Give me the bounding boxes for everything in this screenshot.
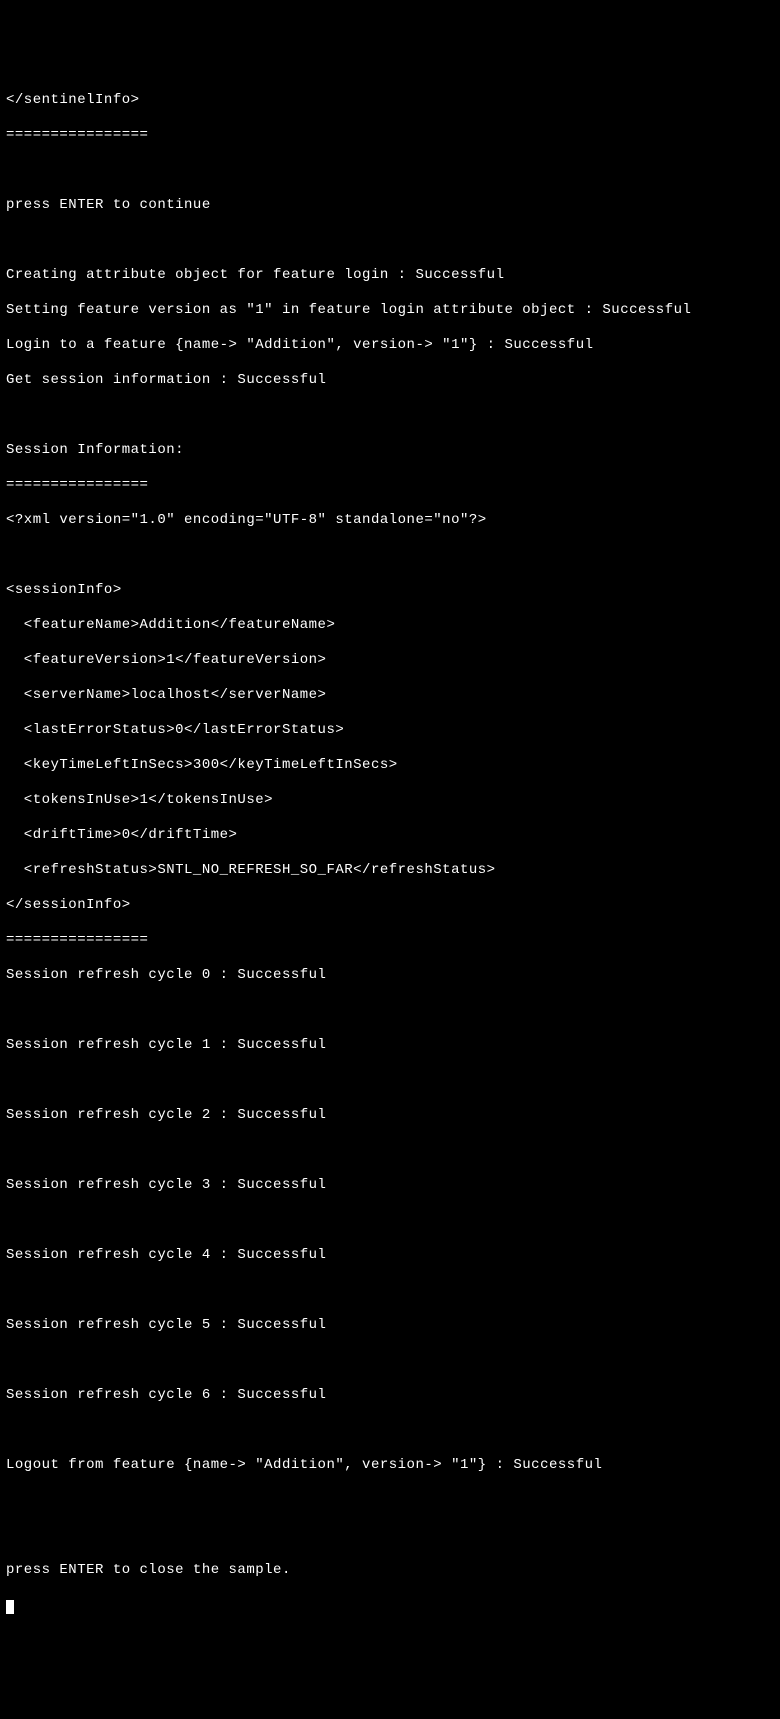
terminal-line: [6, 1212, 774, 1230]
terminal-line: ================: [6, 932, 774, 950]
terminal-line: Creating attribute object for feature lo…: [6, 267, 774, 285]
terminal-line: Session refresh cycle 4 : Successful: [6, 1247, 774, 1265]
terminal-line: Session refresh cycle 2 : Successful: [6, 1107, 774, 1125]
terminal-line: <refreshStatus>SNTL_NO_REFRESH_SO_FAR</r…: [6, 862, 774, 880]
terminal-line: Session refresh cycle 3 : Successful: [6, 1177, 774, 1195]
terminal-line: <driftTime>0</driftTime>: [6, 827, 774, 845]
terminal-line: <featureName>Addition</featureName>: [6, 617, 774, 635]
terminal-line: [6, 1527, 774, 1545]
terminal-line: Session refresh cycle 0 : Successful: [6, 967, 774, 985]
terminal-line: Session refresh cycle 5 : Successful: [6, 1317, 774, 1335]
cursor-icon: [6, 1600, 14, 1614]
terminal-line: [6, 1352, 774, 1370]
terminal-line: </sessionInfo>: [6, 897, 774, 915]
terminal-line: Session refresh cycle 6 : Successful: [6, 1387, 774, 1405]
terminal-line: <sessionInfo>: [6, 582, 774, 600]
terminal-line: ================: [6, 477, 774, 495]
terminal-line: ================: [6, 127, 774, 145]
terminal-line: [6, 1492, 774, 1510]
terminal-line: Session Information:: [6, 442, 774, 460]
terminal-line: [6, 1072, 774, 1090]
terminal-line: press ENTER to continue: [6, 197, 774, 215]
terminal-line: Get session information : Successful: [6, 372, 774, 390]
terminal-line: Setting feature version as "1" in featur…: [6, 302, 774, 320]
terminal-line: <serverName>localhost</serverName>: [6, 687, 774, 705]
terminal-line: press ENTER to close the sample.: [6, 1562, 774, 1580]
terminal-line: <featureVersion>1</featureVersion>: [6, 652, 774, 670]
terminal-line: [6, 1002, 774, 1020]
terminal-line: [6, 1422, 774, 1440]
terminal-line: <tokensInUse>1</tokensInUse>: [6, 792, 774, 810]
terminal-line: <keyTimeLeftInSecs>300</keyTimeLeftInSec…: [6, 757, 774, 775]
terminal-line: [6, 232, 774, 250]
terminal-line: [6, 547, 774, 565]
terminal-line: [6, 1282, 774, 1300]
terminal-line: Logout from feature {name-> "Addition", …: [6, 1457, 774, 1475]
terminal-line: Login to a feature {name-> "Addition", v…: [6, 337, 774, 355]
terminal-line: [6, 1142, 774, 1160]
terminal-line: </sentinelInfo>: [6, 92, 774, 110]
terminal-line: <lastErrorStatus>0</lastErrorStatus>: [6, 722, 774, 740]
terminal-line: [6, 162, 774, 180]
terminal-line: [6, 407, 774, 425]
cursor-line[interactable]: [6, 1597, 774, 1615]
terminal-line: <?xml version="1.0" encoding="UTF-8" sta…: [6, 512, 774, 530]
terminal-line: Session refresh cycle 1 : Successful: [6, 1037, 774, 1055]
terminal-output[interactable]: </sentinelInfo> ================ press E…: [6, 74, 774, 1632]
